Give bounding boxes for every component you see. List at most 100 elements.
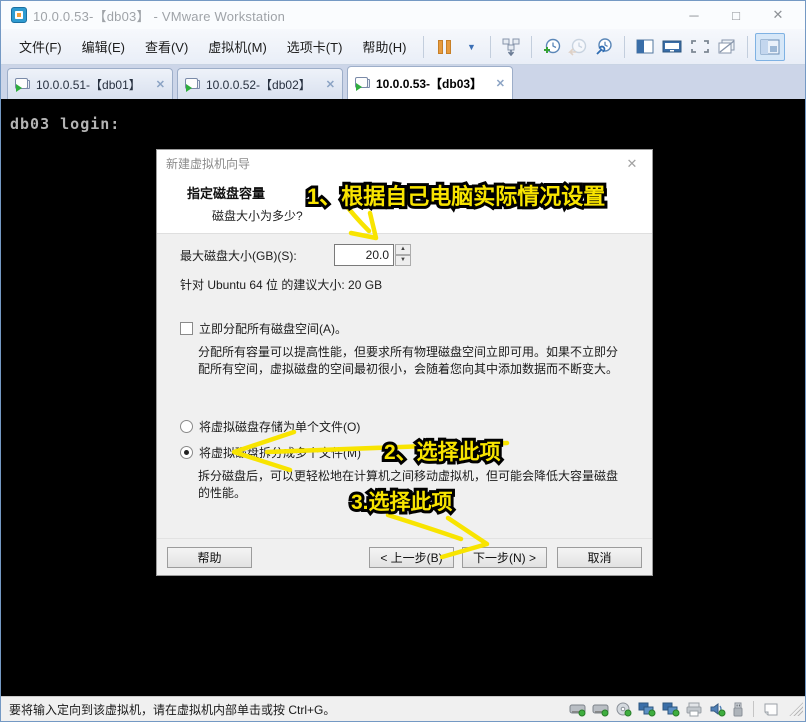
library-panel-toggle-button[interactable] bbox=[755, 33, 785, 61]
vm-powered-on-icon bbox=[15, 78, 30, 91]
library-panel-icon bbox=[759, 38, 781, 56]
vm-powered-on-icon bbox=[355, 77, 370, 90]
next-button[interactable]: 下一步(N) > bbox=[462, 547, 547, 568]
menu-tabs[interactable]: 选项卡(T) bbox=[277, 32, 353, 61]
tab-close-icon[interactable]: ✕ bbox=[496, 77, 505, 90]
disk-size-spinner: 20.0 ▲ ▼ bbox=[334, 244, 411, 266]
max-disk-size-row: 最大磁盘大小(GB)(S): 20.0 ▲ ▼ bbox=[180, 244, 624, 266]
tab-label: 10.0.0.51-【db01】 bbox=[36, 76, 150, 93]
tab-label: 10.0.0.53-【db03】 bbox=[376, 75, 490, 92]
tab-label: 10.0.0.52-【db02】 bbox=[206, 76, 320, 93]
show-or-hide-tabs-button[interactable] bbox=[714, 33, 740, 61]
menubar: 文件(F) 编辑(E) 查看(V) 虚拟机(M) 选项卡(T) 帮助(H) ▼ bbox=[1, 29, 805, 65]
multiple-monitors-icon bbox=[717, 38, 737, 55]
revert-snapshot-button[interactable] bbox=[565, 33, 591, 61]
maximize-button[interactable]: □ bbox=[715, 3, 757, 27]
unity-mode-button[interactable] bbox=[658, 33, 686, 61]
manage-snapshots-button[interactable] bbox=[591, 33, 617, 61]
menu-file[interactable]: 文件(F) bbox=[9, 32, 72, 61]
hard-disk-icon[interactable] bbox=[592, 702, 609, 717]
allocate-checkbox[interactable] bbox=[180, 322, 193, 335]
new-vm-wizard-dialog: 新建虚拟机向导 ✕ 指定磁盘容量 磁盘大小为多少? 最大磁盘大小(GB)(S):… bbox=[156, 149, 653, 576]
unity-mode-icon bbox=[661, 38, 683, 55]
max-disk-size-label: 最大磁盘大小(GB)(S): bbox=[180, 247, 334, 264]
vm-powered-on-icon bbox=[185, 78, 200, 91]
send-ctrl-alt-del-button[interactable] bbox=[498, 33, 524, 61]
toolbar-separator bbox=[531, 36, 532, 58]
menu-view[interactable]: 查看(V) bbox=[135, 32, 198, 61]
menu-edit[interactable]: 编辑(E) bbox=[72, 32, 135, 61]
dialog-close-icon[interactable]: ✕ bbox=[621, 156, 643, 172]
tab-db01[interactable]: 10.0.0.51-【db01】 ✕ bbox=[7, 68, 173, 99]
menu-help[interactable]: 帮助(H) bbox=[352, 32, 416, 61]
disk-size-input[interactable]: 20.0 bbox=[334, 244, 394, 266]
dialog-footer: 帮助 < 上一步(B) 下一步(N) > 取消 bbox=[157, 538, 652, 575]
vmware-workstation-window: 10.0.0.53-【db03】 - VMware Workstation ─ … bbox=[0, 0, 806, 722]
single-file-radio[interactable] bbox=[180, 420, 193, 433]
dialog-subheading: 磁盘大小为多少? bbox=[212, 207, 652, 224]
spin-down-icon[interactable]: ▼ bbox=[395, 255, 411, 266]
network-adapter-icon[interactable] bbox=[638, 702, 656, 717]
revert-snapshot-icon bbox=[568, 38, 588, 56]
dialog-header: 指定磁盘容量 磁盘大小为多少? bbox=[157, 177, 652, 233]
split-description: 拆分磁盘后，可以更轻松地在计算机之间移动虚拟机，但可能会降低大容量磁盘的性能。 bbox=[198, 468, 624, 502]
window-title: 10.0.0.53-【db03】 - VMware Workstation bbox=[33, 6, 285, 25]
console-login-prompt: db03 login: bbox=[10, 115, 120, 133]
vmware-logo-icon bbox=[11, 7, 27, 23]
single-file-radio-label: 将虚拟磁盘存储为单个文件(O) bbox=[199, 418, 360, 435]
status-message: 要将输入定向到该虚拟机，请在虚拟机内部单击或按 Ctrl+G。 bbox=[9, 701, 335, 718]
console-view-icon bbox=[635, 38, 655, 55]
dialog-titlebar[interactable]: 新建虚拟机向导 ✕ bbox=[157, 150, 652, 177]
dialog-body: 最大磁盘大小(GB)(S): 20.0 ▲ ▼ 针对 Ubuntu 64 位 的… bbox=[157, 233, 652, 538]
chevron-down-icon: ▼ bbox=[467, 42, 476, 52]
resize-grip[interactable] bbox=[789, 702, 803, 716]
usb-icon[interactable] bbox=[732, 702, 744, 717]
manage-snapshots-icon bbox=[594, 38, 614, 56]
toolbar-separator bbox=[624, 36, 625, 58]
printer-icon[interactable] bbox=[686, 702, 703, 717]
store-single-file-row[interactable]: 将虚拟磁盘存储为单个文件(O) bbox=[180, 418, 624, 435]
tab-close-icon[interactable]: ✕ bbox=[156, 78, 165, 91]
device-status-icons bbox=[569, 701, 803, 717]
minimize-button[interactable]: ─ bbox=[673, 3, 715, 27]
recommended-size-text: 针对 Ubuntu 64 位 的建议大小: 20 GB bbox=[180, 276, 624, 293]
send-ctrl-alt-del-icon bbox=[501, 38, 521, 56]
window-titlebar: 10.0.0.53-【db03】 - VMware Workstation ─ … bbox=[1, 1, 805, 29]
power-dropdown-button[interactable]: ▼ bbox=[457, 33, 483, 61]
pause-icon bbox=[438, 40, 451, 54]
tab-db03-active[interactable]: 10.0.0.53-【db03】 ✕ bbox=[347, 66, 513, 99]
tab-bar: 10.0.0.51-【db01】 ✕ 10.0.0.52-【db02】 ✕ 10… bbox=[1, 65, 805, 99]
pause-button[interactable] bbox=[431, 33, 457, 61]
toolbar-separator bbox=[747, 36, 748, 58]
message-log-icon[interactable] bbox=[763, 702, 779, 717]
cd-dvd-icon[interactable] bbox=[615, 702, 632, 717]
split-multiple-files-row[interactable]: 将虚拟磁盘拆分成多个文件(M) bbox=[180, 444, 624, 461]
dialog-heading: 指定磁盘容量 bbox=[187, 183, 652, 202]
allocate-description: 分配所有容量可以提高性能，但要求所有物理磁盘空间立即可用。如果不立即分配所有空间… bbox=[198, 344, 624, 378]
allocate-checkbox-label: 立即分配所有磁盘空间(A)。 bbox=[199, 320, 347, 337]
statusbar: 要将输入定向到该虚拟机，请在虚拟机内部单击或按 Ctrl+G。 bbox=[1, 696, 805, 721]
help-button[interactable]: 帮助 bbox=[167, 547, 252, 568]
show-console-view-button[interactable] bbox=[632, 33, 658, 61]
tab-db02[interactable]: 10.0.0.52-【db02】 ✕ bbox=[177, 68, 343, 99]
cancel-button[interactable]: 取消 bbox=[557, 547, 642, 568]
toolbar-separator bbox=[423, 36, 424, 58]
split-files-radio-label: 将虚拟磁盘拆分成多个文件(M) bbox=[199, 444, 361, 461]
menu-vm[interactable]: 虚拟机(M) bbox=[198, 32, 277, 61]
full-screen-button[interactable] bbox=[686, 33, 714, 61]
take-snapshot-button[interactable] bbox=[539, 33, 565, 61]
spin-up-icon[interactable]: ▲ bbox=[395, 244, 411, 255]
toolbar-separator bbox=[490, 36, 491, 58]
dialog-title: 新建虚拟机向导 bbox=[166, 155, 250, 172]
allocate-all-space-row[interactable]: 立即分配所有磁盘空间(A)。 bbox=[180, 320, 624, 337]
split-files-radio-selected[interactable] bbox=[180, 446, 193, 459]
full-screen-icon bbox=[689, 38, 711, 55]
statusbar-separator bbox=[753, 701, 754, 717]
back-button[interactable]: < 上一步(B) bbox=[369, 547, 454, 568]
sound-icon[interactable] bbox=[709, 702, 726, 717]
network-adapter-icon[interactable] bbox=[662, 702, 680, 717]
hard-disk-icon[interactable] bbox=[569, 702, 586, 717]
take-snapshot-icon bbox=[542, 38, 562, 56]
close-button[interactable]: ✕ bbox=[757, 3, 799, 27]
tab-close-icon[interactable]: ✕ bbox=[326, 78, 335, 91]
